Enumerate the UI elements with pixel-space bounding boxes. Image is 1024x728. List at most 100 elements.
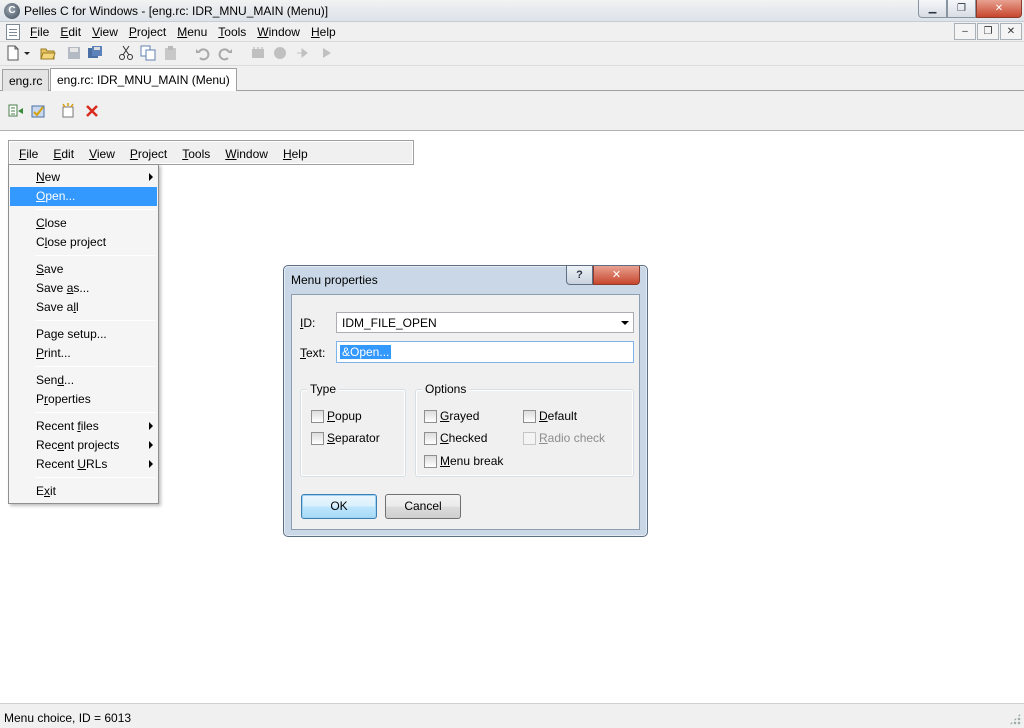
file-menu-item-7[interactable]: Page setup...	[10, 325, 157, 344]
tab-menu-editor[interactable]: eng.rc: IDR_MNU_MAIN (Menu)	[50, 68, 237, 91]
preview-menu-item-project[interactable]: Project	[130, 147, 167, 161]
id-combobox[interactable]: IDM_FILE_OPEN	[336, 312, 634, 333]
main-menu-item-tools-text-post: ools	[224, 25, 247, 39]
file-menu-item-4[interactable]: Save	[10, 260, 157, 279]
paste-icon[interactable]	[163, 45, 179, 61]
preview-menu-item-view[interactable]: View	[89, 147, 115, 161]
undo-icon[interactable]	[195, 45, 211, 61]
main-menu-item-help[interactable]: Help	[311, 25, 336, 39]
main-menu-item-project[interactable]: Project	[129, 25, 166, 39]
check-menu-icon[interactable]	[30, 103, 46, 119]
preview-menu-item-edit[interactable]: Edit	[53, 147, 74, 161]
open-folder-icon[interactable]	[40, 45, 56, 61]
title-bar: C Pelles C for Windows - [eng.rc: IDR_MN…	[0, 0, 1024, 22]
submenu-arrow-icon	[149, 173, 153, 181]
dropdown-icon[interactable]	[22, 45, 32, 61]
popup-checkbox[interactable]: Popup	[311, 409, 391, 425]
main-menu-item-menu[interactable]: Menu	[177, 25, 207, 39]
dialog-help-button[interactable]: ?	[566, 266, 593, 285]
separator-checkbox-box[interactable]	[311, 432, 324, 445]
default-checkbox[interactable]: Default	[523, 409, 603, 425]
main-menu-item-tools[interactable]: Tools	[218, 25, 246, 39]
save-icon[interactable]	[66, 45, 82, 61]
save-all-icon[interactable]	[87, 45, 103, 61]
file-menu-item-12-text-post: nt projects	[64, 438, 120, 452]
window-controls: ▁ ❐ ✕	[918, 0, 1022, 18]
file-menu-item-0[interactable]: New	[10, 168, 157, 187]
file-menu-item-9[interactable]: Send...	[10, 371, 157, 390]
file-menu-item-9-text-pre: Sen	[36, 373, 58, 387]
file-menu-item-5[interactable]: Save as...	[10, 279, 157, 298]
file-menu-item-12[interactable]: Recent projects	[10, 436, 157, 455]
file-menu-item-8-mnemonic: P	[36, 346, 45, 360]
preview-menu-item-file[interactable]: File	[19, 147, 38, 161]
redo-icon[interactable]	[217, 45, 233, 61]
file-menu-item-2-mnemonic: C	[36, 216, 45, 230]
main-menu-item-window-mnemonic: W	[257, 25, 269, 39]
file-menu-item-8[interactable]: Print...	[10, 344, 157, 363]
file-menu-item-3[interactable]: Close project	[10, 233, 157, 252]
mdi-close-button[interactable]: ✕	[1000, 23, 1022, 40]
file-menu-item-11-text-pre: Recent	[36, 419, 78, 433]
file-menu-item-11[interactable]: Recent files	[10, 417, 157, 436]
file-menu-item-0-text-post: ew	[44, 170, 61, 184]
file-menu-item-10[interactable]: Properties	[10, 390, 157, 409]
new-file-icon[interactable]	[5, 45, 21, 61]
delete-icon[interactable]	[84, 103, 100, 119]
main-menu-item-project-mnemonic: P	[128, 25, 137, 39]
preview-menu-item-help[interactable]: Help	[283, 147, 308, 161]
file-menu-item-6[interactable]: Save all	[10, 298, 157, 317]
text-input[interactable]: &Open...	[336, 341, 634, 363]
new-item-icon[interactable]	[60, 103, 76, 119]
checked-checkbox-box[interactable]	[424, 432, 437, 445]
mdi-restore-button[interactable]: ❐	[977, 23, 999, 40]
file-menu-item-14[interactable]: Exit	[10, 482, 157, 501]
compile-icon[interactable]	[250, 45, 266, 61]
document-icon[interactable]	[6, 24, 20, 40]
menu-break-checkbox[interactable]: Menu break	[424, 454, 514, 470]
tab-eng-rc[interactable]: eng.rc	[2, 69, 50, 91]
preview-menu-item-tools-text-post: ools	[188, 147, 211, 161]
run-icon[interactable]	[318, 45, 334, 61]
main-menu-item-view[interactable]: View	[92, 25, 118, 39]
submenu-arrow-icon	[149, 460, 153, 468]
main-menu-item-edit[interactable]: Edit	[60, 25, 81, 39]
close-button[interactable]: ✕	[976, 0, 1022, 18]
ok-button[interactable]: OK	[301, 494, 377, 519]
file-menu-item-5-text-post: s...	[73, 281, 90, 295]
preview-menu-item-window[interactable]: Window	[225, 147, 268, 161]
build-icon[interactable]	[272, 45, 288, 61]
checked-checkbox[interactable]: Checked	[424, 431, 504, 447]
chevron-down-icon[interactable]	[621, 321, 629, 325]
dialog-close-button[interactable]: ✕	[593, 266, 640, 285]
test-menu-icon[interactable]	[8, 103, 24, 119]
default-checkbox-box[interactable]	[523, 410, 536, 423]
minimize-button[interactable]: ▁	[918, 0, 947, 18]
mdi-minimize-button[interactable]: –	[954, 23, 976, 40]
menu-break-checkbox-box[interactable]	[424, 455, 437, 468]
cancel-button[interactable]: Cancel	[385, 494, 461, 519]
main-menu-item-window[interactable]: Window	[257, 25, 300, 39]
submenu-arrow-icon	[149, 422, 153, 430]
file-menu-item-13-mnemonic: U	[77, 457, 87, 471]
file-menu-item-1[interactable]: Open...	[10, 187, 157, 206]
maximize-button[interactable]: ❐	[947, 0, 976, 18]
file-menu-item-3-text-post: ose project	[47, 235, 107, 249]
main-menu-item-edit-text-post: dit	[68, 25, 82, 39]
debug-icon[interactable]	[295, 45, 311, 61]
main-menu-item-file[interactable]: File	[30, 25, 49, 39]
preview-menu-item-project-text-post: roject	[137, 147, 168, 161]
grayed-checkbox-box[interactable]	[424, 410, 437, 423]
resize-grip-icon[interactable]	[1009, 713, 1021, 725]
file-menu-item-2[interactable]: Close	[10, 214, 157, 233]
popup-checkbox-box[interactable]	[311, 410, 324, 423]
grayed-checkbox[interactable]: Grayed	[424, 409, 504, 425]
separator-checkbox[interactable]: Separator	[311, 431, 391, 447]
menu-properties-dialog: Menu properties ? ✕ ID: IDM_FILE_OPEN Te…	[283, 265, 648, 537]
app-icon[interactable]: C	[4, 3, 20, 19]
file-menu-item-13[interactable]: Recent URLs	[10, 455, 157, 474]
file-menu-dropdown: New Open... Close Close project Save Save as.…	[8, 164, 159, 504]
copy-icon[interactable]	[140, 45, 156, 61]
cut-icon[interactable]	[118, 45, 134, 61]
preview-menu-item-tools[interactable]: Tools	[182, 147, 210, 161]
